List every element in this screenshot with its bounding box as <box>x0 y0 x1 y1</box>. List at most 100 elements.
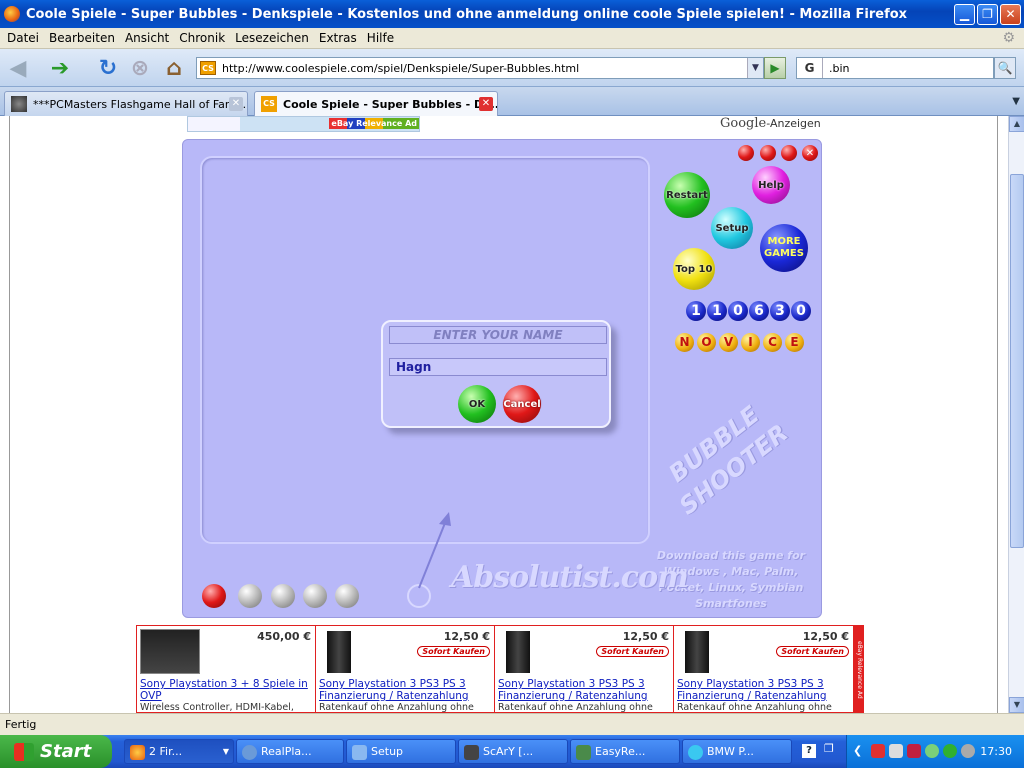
setup-button[interactable]: Setup <box>711 207 753 249</box>
search-input[interactable]: .bin <box>829 62 850 75</box>
task-bmw[interactable]: BMW P... <box>682 739 792 764</box>
tab-close-icon[interactable]: ✕ <box>229 97 243 111</box>
product-title-link[interactable]: Sony Playstation 3 + 8 Spiele in OVP <box>140 678 312 702</box>
menu-datei[interactable]: Datei <box>7 31 39 45</box>
product-price: 12,50 € <box>443 630 490 643</box>
tab-list-icon[interactable]: ▼ <box>1012 96 1020 107</box>
search-icon[interactable]: 🔍 <box>994 57 1016 79</box>
network-icon[interactable] <box>889 744 903 758</box>
navigation-toolbar: ◀ ➔ ↻ ⊗ ⌂ CS http://www.coolespiele.com/… <box>0 49 1024 87</box>
help-button[interactable]: Help <box>752 166 790 204</box>
scroll-down-icon[interactable]: ▼ <box>1009 697 1024 713</box>
page-border-right <box>997 116 998 713</box>
score-digit: 0 <box>791 301 811 321</box>
task-label: BMW P... <box>707 745 754 758</box>
forward-arrow-icon[interactable]: ➔ <box>48 56 72 81</box>
go-button[interactable]: ▶ <box>764 57 786 79</box>
status-text: Fertig <box>5 718 37 731</box>
security-icon[interactable] <box>907 744 921 758</box>
tray-expand-icon[interactable]: ❮ <box>853 744 862 757</box>
close-game-icon[interactable]: ✕ <box>802 145 818 161</box>
url-bar[interactable]: CS http://www.coolespiele.com/spiel/Denk… <box>196 57 764 79</box>
product-title-link[interactable]: Sony Playstation 3 PS3 PS 3 Finanzierung… <box>319 678 491 702</box>
task-realplayer[interactable]: RealPla... <box>236 739 344 764</box>
product-card-3[interactable]: 12,50 € Sofort Kaufen Sony Playstation 3… <box>495 626 674 713</box>
start-label: Start <box>40 741 92 762</box>
score-digit: 6 <box>749 301 769 321</box>
start-button[interactable]: Start <box>0 735 112 768</box>
menu-hilfe[interactable]: Hilfe <box>367 31 394 45</box>
minimize-button[interactable]: ▁ <box>954 3 975 25</box>
vertical-scrollbar[interactable]: ▲ ▼ <box>1008 116 1024 713</box>
back-arrow-icon[interactable]: ◀ <box>6 56 30 81</box>
product-title-link[interactable]: Sony Playstation 3 PS3 PS 3 Finanzierung… <box>677 678 849 702</box>
restart-button[interactable]: Restart <box>664 172 710 218</box>
task-label: 2 Fir... <box>149 745 183 758</box>
task-setup[interactable]: Setup <box>346 739 456 764</box>
product-card-2[interactable]: 12,50 € Sofort Kaufen Sony Playstation 3… <box>316 626 495 713</box>
menu-chronik[interactable]: Chronik <box>179 31 225 45</box>
tab-label: ***PCMasters Flashgame Hall of Fam... <box>33 97 247 111</box>
product-title-link[interactable]: Sony Playstation 3 PS3 PS 3 Finanzierung… <box>498 678 670 702</box>
home-icon[interactable]: ⌂ <box>162 56 186 81</box>
task-scary[interactable]: ScArY [... <box>458 739 568 764</box>
task-easyrecovery[interactable]: EasyRe... <box>570 739 680 764</box>
product-image <box>140 629 200 674</box>
scroll-thumb[interactable] <box>1010 174 1024 548</box>
game-container[interactable]: ✕ Restart Help Setup MORE GAMES Top 10 1… <box>182 139 822 618</box>
menu-lesezeichen[interactable]: Lesezeichen <box>235 31 309 45</box>
enter-name-label: ENTER YOUR NAME <box>389 326 607 344</box>
level-letter: N <box>675 333 694 352</box>
task-label: Setup <box>371 745 404 758</box>
ebay-side-label: eBay Relevance Ad <box>853 626 863 713</box>
more-games-line-2: GAMES <box>764 248 804 259</box>
help-question-icon[interactable]: ? <box>802 744 816 758</box>
ok-button[interactable]: OK <box>458 385 496 423</box>
url-dropdown-icon[interactable]: ▼ <box>747 58 763 78</box>
antivirus-icon[interactable] <box>871 744 885 758</box>
search-box[interactable]: G .bin <box>796 57 994 79</box>
tab-close-icon[interactable]: ✕ <box>479 97 493 111</box>
score-digit: 3 <box>770 301 790 321</box>
window-dot-1[interactable] <box>738 145 754 161</box>
site-favicon: CS <box>200 61 216 75</box>
steam-icon <box>464 745 479 760</box>
google-ads-label[interactable]: Google-Anzeigen <box>720 116 821 131</box>
close-button[interactable]: ✕ <box>1000 3 1021 25</box>
volume-icon[interactable] <box>961 744 975 758</box>
current-bubble <box>202 584 226 608</box>
top10-button[interactable]: Top 10 <box>673 248 715 290</box>
menu-bar: Datei Bearbeiten Ansicht Chronik Lesezei… <box>0 28 1024 49</box>
ebay-relevance-label: eBay Relevance Ad <box>329 118 419 129</box>
product-price: 12,50 € <box>622 630 669 643</box>
tab-coolespiele[interactable]: CS Coole Spiele - Super Bubbles - De... … <box>254 91 498 116</box>
system-tray: ❮ 17:30 <box>846 735 1024 768</box>
product-card-4[interactable]: 12,50 € Sofort Kaufen Sony Playstation 3… <box>674 626 853 713</box>
more-games-button[interactable]: MORE GAMES <box>760 224 808 272</box>
menu-ansicht[interactable]: Ansicht <box>125 31 169 45</box>
sofort-kaufen-badge: Sofort Kaufen <box>417 646 490 657</box>
enter-name-dialog: ENTER YOUR NAME Hagn OK Cancel <box>381 320 611 428</box>
restore-desktop-icon[interactable]: ❐ <box>824 742 834 755</box>
reload-icon[interactable]: ↻ <box>96 56 120 81</box>
messenger-icon[interactable] <box>943 744 957 758</box>
top-ad-banner[interactable]: eBay Relevance Ad <box>187 116 420 132</box>
scroll-up-icon[interactable]: ▲ <box>1009 116 1024 132</box>
search-engine-icon[interactable]: G <box>797 58 823 78</box>
update-icon[interactable] <box>925 744 939 758</box>
menu-extras[interactable]: Extras <box>319 31 357 45</box>
tab-label: Coole Spiele - Super Bubbles - De... <box>283 97 498 111</box>
window-dot-2[interactable] <box>760 145 776 161</box>
window-dot-3[interactable] <box>781 145 797 161</box>
setup-icon <box>352 745 367 760</box>
throbber-icon: ⚙ <box>1002 30 1015 46</box>
menu-bearbeiten[interactable]: Bearbeiten <box>49 31 115 45</box>
product-card-1[interactable]: 450,00 € Sony Playstation 3 + 8 Spiele i… <box>137 626 316 713</box>
tab-bar: ***PCMasters Flashgame Hall of Fam... ✕ … <box>0 87 1024 116</box>
name-input[interactable]: Hagn <box>389 358 607 376</box>
stop-icon[interactable]: ⊗ <box>128 56 152 81</box>
tab-pcmasters[interactable]: ***PCMasters Flashgame Hall of Fam... ✕ <box>4 91 248 116</box>
maximize-button[interactable]: ❐ <box>977 3 998 25</box>
cancel-button[interactable]: Cancel <box>503 385 541 423</box>
task-firefox[interactable]: 2 Fir... ▼ <box>124 739 234 764</box>
